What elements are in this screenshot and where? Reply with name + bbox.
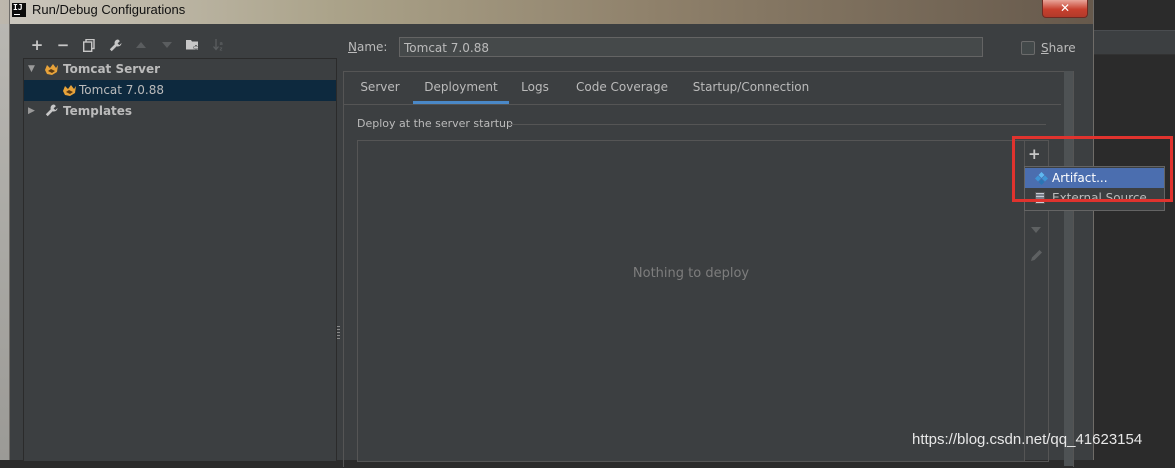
title-bar: IJ Run/Debug Configurations ✕ [10, 0, 1093, 24]
add-config-button[interactable]: + [24, 35, 50, 55]
highlight-box [1012, 136, 1173, 202]
window-title: Run/Debug Configurations [32, 2, 186, 17]
close-button[interactable]: ✕ [1042, 0, 1088, 18]
move-up-button[interactable] [128, 35, 154, 55]
empty-state-text: Nothing to deploy [632, 266, 750, 281]
watermark-text: https://blog.csdn.net/qq_41623154 [912, 431, 1143, 448]
tomcat-icon [63, 85, 76, 96]
svg-text:z: z [220, 47, 223, 52]
desktop-background-left [0, 24, 9, 460]
share-label: Share [1041, 41, 1076, 55]
sort-icon: az [213, 39, 223, 52]
tab-startup-connection[interactable]: Startup/Connection [687, 72, 815, 104]
dialog-body: + − az ▼ Tomcat Server Tomcat 7.0.88 ▶ T… [10, 24, 1173, 467]
splitter-handle[interactable] [337, 326, 340, 340]
section-title: Deploy at the server startup [357, 117, 514, 130]
tree-item-label: Tomcat Server [63, 62, 161, 76]
wrench-icon [45, 104, 58, 117]
vertical-scrollbar[interactable] [1064, 71, 1073, 466]
deploy-list[interactable]: Nothing to deploy [357, 140, 1025, 462]
move-down-button[interactable] [154, 35, 180, 55]
config-toolbar: + − az [24, 34, 232, 56]
collapse-arrow-icon[interactable]: ▶ [28, 101, 35, 122]
new-folder-button[interactable] [180, 35, 206, 55]
intellij-icon: IJ [12, 3, 26, 17]
config-tree: ▼ Tomcat Server Tomcat 7.0.88 ▶ Template… [23, 58, 337, 462]
background-editor [1092, 0, 1175, 460]
wrench-icon [109, 39, 121, 51]
name-field[interactable]: Tomcat 7.0.88 [399, 37, 983, 57]
arrow-up-icon [136, 42, 146, 48]
tomcat-icon [45, 64, 58, 75]
edit-defaults-button[interactable] [102, 35, 128, 55]
tree-item-tomcat-server[interactable]: ▼ Tomcat Server [24, 59, 336, 80]
tab-server[interactable]: Server [354, 72, 406, 104]
tree-item-label: Templates [63, 104, 133, 118]
folder-add-icon [186, 40, 199, 50]
run-debug-dialog: IJ Run/Debug Configurations ✕ + − a z ▼ … [9, 0, 1173, 467]
tree-item-templates[interactable]: ▶ Templates [24, 101, 336, 122]
remove-config-button[interactable]: − [50, 35, 76, 55]
arrow-down-icon [162, 42, 172, 48]
tab-deployment[interactable]: Deployment [413, 72, 509, 104]
tree-item-tomcat-7-0-88[interactable]: Tomcat 7.0.88 [24, 80, 336, 101]
section-divider [510, 124, 1046, 125]
share-checkbox[interactable] [1021, 41, 1035, 55]
copy-config-button[interactable] [76, 35, 102, 55]
expand-arrow-icon[interactable]: ▼ [28, 59, 35, 80]
tree-item-label: Tomcat 7.0.88 [79, 83, 164, 97]
tab-logs[interactable]: Logs [516, 72, 554, 104]
name-label: Name: [348, 40, 388, 54]
tab-code-coverage[interactable]: Code Coverage [569, 72, 675, 104]
pencil-icon[interactable] [1030, 249, 1043, 262]
copy-icon [83, 38, 95, 52]
move-down-icon[interactable] [1031, 227, 1041, 233]
sort-button[interactable]: az [206, 35, 232, 55]
